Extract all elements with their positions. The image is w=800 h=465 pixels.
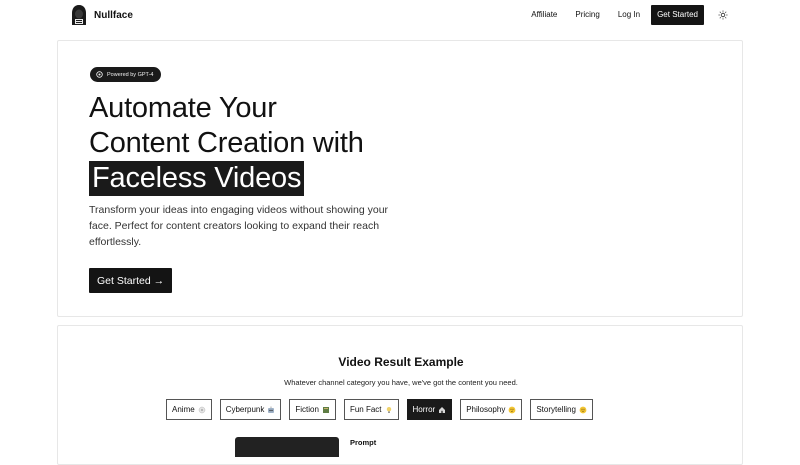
category-tab-fun-fact[interactable]: Fun Fact	[343, 399, 399, 420]
category-tab-philosophy[interactable]: Philosophy	[460, 399, 523, 420]
prompt-label: Prompt	[350, 438, 377, 447]
category-tab-storytelling[interactable]: Storytelling	[530, 399, 593, 420]
book-icon	[322, 406, 330, 414]
robot-icon	[267, 406, 275, 414]
hero-title-highlight: Faceless Videos	[89, 161, 305, 196]
examples-subtitle: Whatever channel category you have, we'v…	[284, 378, 518, 387]
haunted-house-icon	[438, 406, 446, 414]
category-label: Fun Fact	[349, 405, 382, 414]
category-tab-anime[interactable]: Anime	[166, 399, 212, 420]
category-label: Cyberpunk	[225, 405, 265, 414]
top-header: Nullface Affiliate Pricing Log In Get St…	[0, 0, 800, 32]
examples-title: Video Result Example	[338, 355, 464, 369]
hero-title: Automate Your Content Creation with Face…	[89, 91, 364, 196]
hero-get-started-button[interactable]: Get Started →	[89, 268, 173, 293]
nav-get-started-button[interactable]: Get Started	[651, 5, 704, 25]
category-tab-horror[interactable]: Horror	[406, 399, 453, 420]
hero-description: Transform your ideas into engaging video…	[89, 204, 389, 248]
brand-name: Nullface	[94, 9, 133, 21]
nav-affiliate-link[interactable]: Affiliate	[522, 5, 566, 25]
theme-toggle-sun-icon[interactable]	[716, 8, 730, 22]
powered-by-badge: Powered by GPT-4	[90, 67, 162, 82]
category-label: Storytelling	[536, 405, 576, 414]
category-label: Fiction	[295, 405, 319, 414]
lightbulb-icon	[385, 406, 393, 414]
category-label: Horror	[412, 405, 436, 414]
category-label: Philosophy	[466, 405, 506, 414]
hero-section: Powered by GPT-4 Automate Your Content C…	[57, 40, 743, 317]
brand[interactable]: Nullface	[70, 4, 133, 26]
badge-text: Powered by GPT-4	[107, 71, 154, 78]
nav-login-link[interactable]: Log In	[609, 5, 649, 25]
example-video-preview[interactable]	[235, 437, 339, 457]
hero-get-started-label: Get Started →	[97, 274, 165, 287]
category-label: Anime	[172, 405, 195, 414]
smile-face-icon	[579, 406, 587, 414]
video-examples-section: Video Result Example Whatever channel ca…	[57, 325, 743, 465]
category-tab-cyberpunk[interactable]: Cyberpunk	[219, 399, 282, 420]
category-tab-fiction[interactable]: Fiction	[289, 399, 336, 420]
hero-title-line-1: Automate Your	[89, 92, 277, 124]
thinking-face-icon	[508, 406, 516, 414]
main-nav: Affiliate Pricing Log In Get Started	[522, 5, 730, 25]
hero-title-line-2: Content Creation with	[89, 127, 364, 159]
openai-icon	[96, 71, 103, 78]
category-tabs: Anime Cyberpunk Fiction Fun Fact Horror	[166, 399, 593, 420]
sparkle-icon	[198, 406, 206, 414]
nav-pricing-link[interactable]: Pricing	[566, 5, 608, 25]
hooded-figure-logo-icon	[70, 4, 88, 26]
